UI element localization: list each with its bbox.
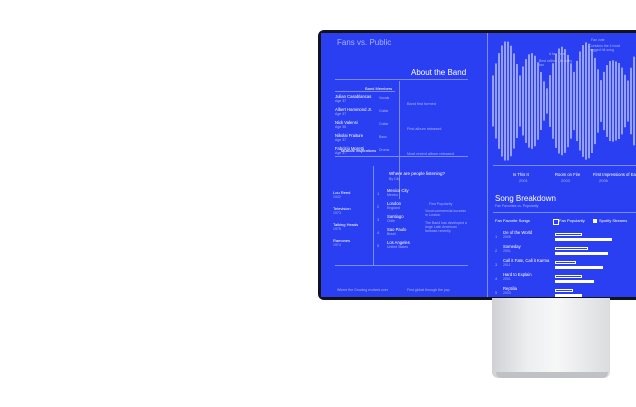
note-text: Vocal commercial success in London [425, 209, 467, 218]
song-year: 2001 [503, 249, 511, 253]
song-year: 2011 [503, 263, 511, 267]
member-role: Drums [379, 148, 390, 152]
fan-popularity-bar [555, 233, 582, 236]
song-rank: 1 [495, 234, 498, 239]
about-title: About the Band [411, 68, 467, 77]
song-rank: 2 [495, 248, 498, 253]
stat-year: 2001 [519, 178, 528, 183]
listening-title: Where are people listening? [389, 171, 446, 176]
legend-streams: Spotify Streams [599, 218, 628, 223]
city-rank: 2 [377, 204, 380, 209]
fan-popularity-bar [555, 261, 576, 264]
inspirations-header: Musical Inspirations [341, 148, 377, 153]
city-country: Brazil [387, 232, 396, 236]
song-rank: 4 [495, 276, 498, 281]
member-role: Guitar [379, 109, 389, 113]
city-country: United States [387, 245, 409, 249]
dashboard-screen: Fans vs. Public About the Band Band Memb… [321, 33, 636, 297]
stat-title: Is This It [513, 172, 529, 177]
song-year: 2006 [503, 235, 511, 239]
inspiration-year: 1942 [333, 195, 341, 199]
stat-year: 2006 [599, 178, 608, 183]
spotify-streams-bar [555, 238, 612, 241]
dashboard-title: Fans vs. Public [337, 38, 392, 47]
fan-popularity-bar [555, 247, 588, 250]
spotify-streams-bar [555, 294, 582, 297]
city-rank: 3 [377, 217, 380, 222]
wave-note-text: Best selling album by fan [539, 59, 573, 68]
city-rank: 4 [377, 230, 380, 235]
member-age: Age 37 [335, 112, 347, 116]
stat-title: Room on Fire [555, 172, 581, 177]
stat-year: 2003 [561, 178, 570, 183]
city-rank: 1 [377, 191, 380, 196]
fav-header: Fan Favorite Songs [495, 218, 530, 223]
song-sub: Fan Favorites vs. Popularity [495, 204, 539, 208]
note-label: First Popularity [429, 202, 453, 206]
wave-note-text: Contains the 4 most hugged hit song [589, 44, 621, 53]
inspiration-year: 1975 [333, 227, 341, 231]
monitor-stand [492, 298, 610, 378]
spotify-streams-legend-swatch [593, 219, 597, 223]
song-year: 2003 [503, 291, 511, 295]
city-country: Mexico [387, 193, 399, 197]
fan-popularity-bar [555, 289, 573, 292]
member-age: Age 36 [335, 125, 347, 129]
city-country: Chile [387, 219, 395, 223]
city-country: England [387, 206, 400, 210]
song-rank: 3 [495, 262, 498, 267]
member-role: Vocals [379, 96, 390, 100]
spotify-streams-bar [555, 252, 608, 255]
inspiration-year: 1974 [333, 243, 341, 247]
fan-popularity-bar [555, 275, 582, 278]
spotify-streams-bar [555, 266, 603, 269]
city-rank: 5 [377, 243, 380, 248]
spotify-streams-bar [555, 280, 594, 283]
inspiration-year: 1973 [333, 211, 341, 215]
legend-fan: Fan Popularity [559, 218, 585, 223]
member-role: Guitar [379, 122, 389, 126]
monitor-stand-base [496, 372, 608, 378]
wave-note-label: A fan vote [549, 52, 565, 56]
member-age: Age 37 [335, 138, 347, 142]
wave-note-label: Fan vote [591, 38, 605, 42]
song-year: 2001 [503, 277, 511, 281]
song-title: Song Breakdown [495, 194, 556, 203]
member-age: Age 37 [335, 99, 347, 103]
timeline-note: Band first formed [407, 102, 436, 106]
footer-right: First global through the pop [407, 288, 450, 292]
monitor: Fans vs. Public About the Band Band Memb… [318, 30, 636, 300]
member-role: Bass [379, 135, 387, 139]
timeline-note: First album released [407, 127, 442, 131]
note-text: The Band has developed a large Latin Ame… [425, 221, 467, 234]
footer-left: Where the Growing evolved over [337, 288, 388, 292]
listening-sub: By City [389, 177, 401, 181]
stat-title: First Impressions of Earth [593, 172, 636, 177]
song-rank: 5 [495, 290, 498, 295]
